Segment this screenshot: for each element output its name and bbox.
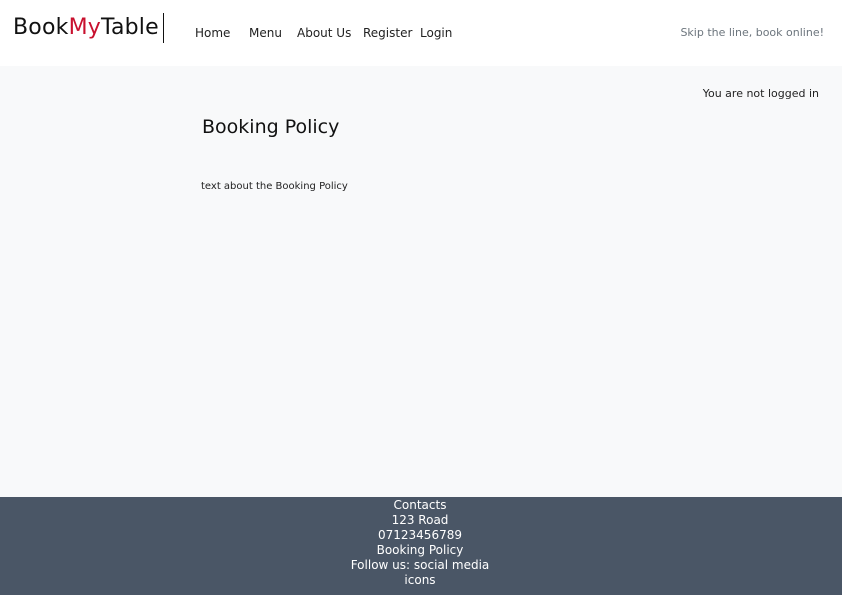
nav-register-link[interactable]: Register bbox=[363, 25, 412, 41]
login-status: You are not logged in bbox=[702, 87, 819, 100]
footer: Contacts 123 Road 07123456789 Booking Po… bbox=[0, 497, 842, 595]
navbar: BookMyTable Home Menu About Us Register … bbox=[0, 0, 842, 66]
footer-follow-us: Follow us: social media icons bbox=[350, 558, 490, 587]
footer-content: Contacts 123 Road 07123456789 Booking Po… bbox=[345, 498, 495, 588]
footer-address: 123 Road bbox=[391, 513, 449, 527]
brand-part-table: Table bbox=[100, 15, 159, 40]
page-title: Booking Policy bbox=[202, 116, 340, 138]
nav-about-link[interactable]: About Us bbox=[297, 25, 351, 41]
footer-phone: 07123456789 bbox=[378, 528, 462, 542]
tagline: Skip the line, book online! bbox=[680, 26, 824, 39]
nav-home-link[interactable]: Home bbox=[195, 25, 230, 41]
footer-booking-policy-link[interactable]: Booking Policy bbox=[345, 543, 495, 558]
nav-menu-link[interactable]: Menu bbox=[249, 25, 282, 41]
brand-part-my: My bbox=[68, 15, 101, 40]
brand-part-book: Book bbox=[13, 15, 69, 40]
nav-login-link[interactable]: Login bbox=[420, 25, 452, 41]
policy-text: text about the Booking Policy bbox=[201, 181, 348, 192]
brand-logo[interactable]: BookMyTable bbox=[13, 13, 164, 43]
footer-contacts-heading: Contacts bbox=[393, 498, 447, 512]
